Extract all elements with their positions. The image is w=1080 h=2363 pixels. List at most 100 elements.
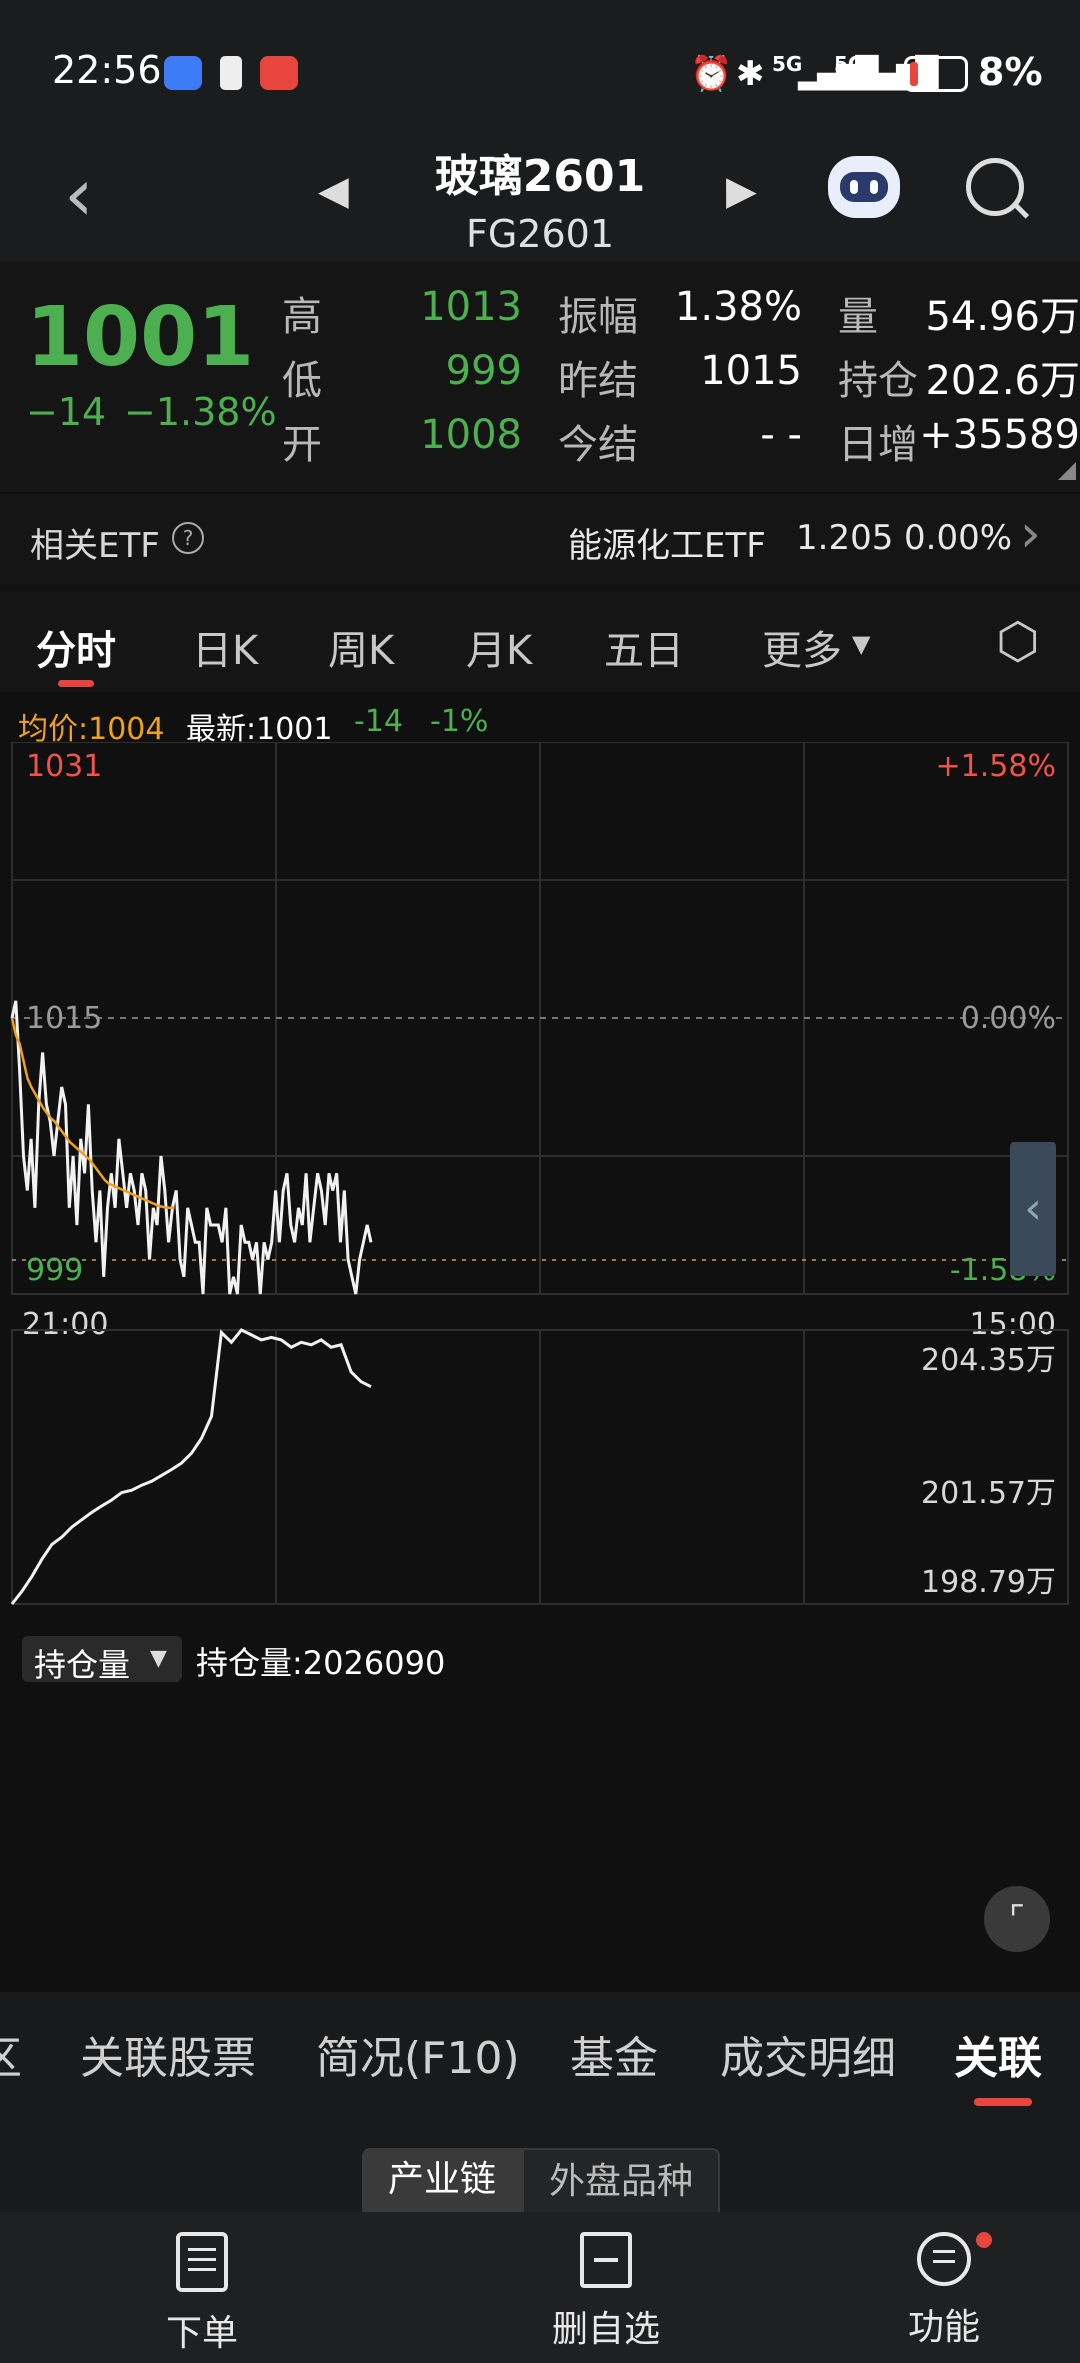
tab-monthly-k[interactable]: 月K [466,618,532,676]
daily-increase-value: +35589 [919,412,1080,458]
dropdown-triangle-icon: ▼ [150,1646,167,1671]
tab-partial[interactable]: 区 [0,2022,22,2086]
open-interest-value: 202.6万 [925,358,1080,404]
tab-five-day[interactable]: 五日 [604,618,684,676]
x-tick-start: 21:00 [22,1307,108,1342]
xiaohongshu-icon [260,56,298,90]
chart-area: 均价:1004 最新:1001 -14 -1% 1031 1015 999 +1.58… [0,692,1080,1972]
contract-title: 玻璃2601 FG2601 [340,140,740,256]
alarm-icon: ⏰ [690,54,733,94]
tab-fund[interactable]: 基金 [570,2022,658,2086]
search-icon-handle [1012,202,1030,219]
x-tick-end: 15:00 [970,1307,1056,1342]
y-tick-prev-settle: 1015 [26,1001,102,1036]
active-tab-indicator [58,680,94,687]
settle-label: 今结 [558,422,638,468]
remove-watchlist-icon [580,2232,632,2288]
battery-level: 8% [978,50,1043,94]
bluetooth-icon: ✱ [736,54,765,94]
chevron-right-icon: › [1020,504,1041,564]
subtab-overseas-products[interactable]: 外盘品种 [522,2148,720,2216]
y-tick-high: 1031 [26,749,102,784]
status-time: 22:56 [52,48,162,92]
functions-label: 功能 [907,2307,980,2348]
open-value: 1008 [420,412,522,458]
daily-increase-label: 日增 [838,422,918,468]
tab-weekly-k[interactable]: 周K [328,618,394,676]
related-subtabs: 产业链 外盘品种 [0,2112,1080,2216]
next-contract-icon[interactable]: ▶ [726,168,757,214]
oi-tick-mid: 201.57万 [921,1476,1056,1511]
battery-notice-icon [220,56,242,90]
high-label: 高 [282,294,322,340]
fullscreen-icon[interactable]: ⌜ [984,1886,1050,1952]
delete-watchlist-button[interactable]: 删自选 [506,2232,706,2352]
dropdown-triangle-icon: ▼ [852,630,871,658]
low-label: 低 [282,358,322,404]
amplitude-label: 振幅 [558,294,638,340]
info-tabs: 区 关联股票 简况(F10) 基金 成交明细 关联 [0,1992,1080,2112]
oi-value-label: 持仓量:2026090 [196,1644,446,1682]
low-value: 999 [445,348,522,394]
help-icon[interactable]: ? [172,522,204,554]
latest-pct-info: -1% [430,704,489,739]
oi-select-label: 持仓量 [34,1646,131,1684]
battery-icon [904,56,968,92]
intraday-price-chart[interactable]: 10311015999+1.58%0.00%-1.58%21:00 15:0020… [0,742,1080,1632]
nav-bar: ‹ ◀ 玻璃2601 FG2601 ▶ [0,140,1080,262]
order-document-icon [176,2232,228,2292]
status-bar: 22:56 ⏰ ✱ 5G ▂▄▆█ 5G ▂▄▆█ 8% [0,0,1080,140]
contract-code: FG2601 [465,212,614,256]
related-etf-label: 相关ETF [30,526,160,566]
volume-value: 54.96万 [925,294,1080,340]
settings-hexagon-icon[interactable]: ⬡ [996,612,1040,670]
tab-trade-details[interactable]: 成交明细 [720,2022,896,2086]
tab-related[interactable]: 关联 [954,2022,1042,2086]
y-tick-pct-high: +1.58% [936,749,1056,784]
oi-select[interactable]: 持仓量 ▼ [22,1636,182,1684]
etf-price: 1.205 [796,518,894,558]
tab-intraday[interactable]: 分时 [36,618,116,676]
functions-menu-icon [917,2232,971,2286]
honor-app-icon [164,56,202,90]
last-price: 1001 [26,290,255,385]
delete-watchlist-label: 删自选 [551,2309,660,2350]
active-tab-indicator [974,2098,1032,2106]
subtab-industry-chain[interactable]: 产业链 [362,2148,522,2212]
etf-pct: 0.00% [904,518,1013,558]
latest-change-info: -14 [354,704,403,739]
tab-related-stocks[interactable]: 关联股票 [80,2022,256,2086]
prev-settle-value: 1015 [700,348,802,394]
tab-more[interactable]: 更多 [762,618,842,676]
bottom-toolbar: 下单 删自选 功能 [0,2212,1080,2363]
oi-tick-high: 204.35万 [921,1343,1056,1378]
tab-overview-f10[interactable]: 简况(F10) [316,2022,520,2086]
notification-dot [976,2232,992,2248]
functions-button[interactable]: 功能 [844,2232,1044,2350]
chart-side-collapse-icon[interactable]: ‹ [1010,1142,1056,1276]
y-tick-low: 999 [26,1253,83,1288]
volume-label: 量 [838,294,878,340]
period-tabs: 分时 日K 周K 月K 五日 更多 ▼ ⬡ [0,590,1080,692]
y-tick-pct-zero: 0.00% [961,1001,1056,1036]
open-label: 开 [282,422,322,468]
oi-tick-low: 198.79万 [921,1565,1056,1600]
prev-settle-label: 昨结 [558,358,638,404]
price-change-pct: −1.38% [124,390,277,434]
settle-value: - - [760,412,802,458]
related-etf-bar[interactable]: 相关ETF ? 能源化工ETF 1.205 0.00% › [0,494,1080,586]
oi-series-line [10,1328,372,1605]
high-value: 1013 [420,284,522,330]
quote-panel: 1001 −14 −1.38% 高 低 开 1013 999 1008 振幅 昨… [0,262,1080,492]
back-icon[interactable]: ‹ [64,158,94,232]
price-series-line [10,1000,373,1295]
amplitude-value: 1.38% [674,284,802,330]
order-button[interactable]: 下单 [102,2232,302,2356]
order-label: 下单 [165,2313,238,2354]
robot-assistant-icon[interactable] [828,156,900,218]
expand-corner-icon[interactable] [1058,462,1076,480]
contract-name: 玻璃2601 [434,151,646,202]
etf-name: 能源化工ETF [568,526,766,566]
open-interest-label: 持仓 [838,358,918,404]
tab-daily-k[interactable]: 日K [192,618,258,676]
